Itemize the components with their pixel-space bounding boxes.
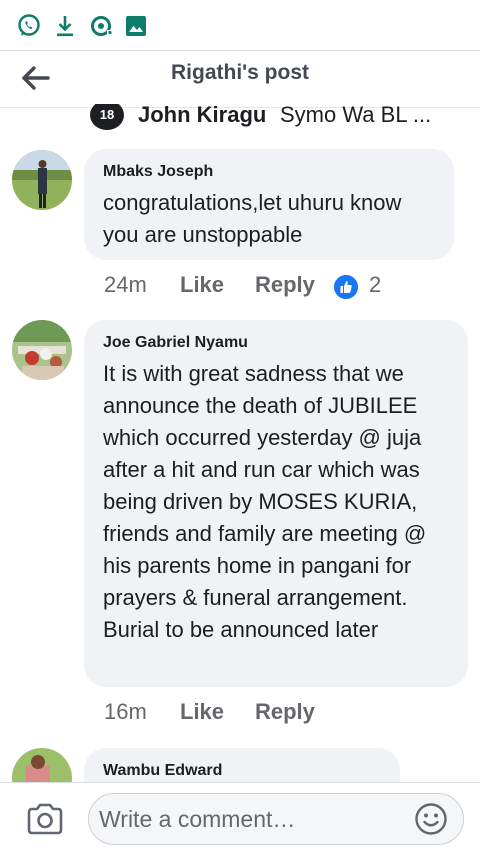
- reply-button[interactable]: Reply: [255, 272, 315, 298]
- like-button[interactable]: Like: [180, 699, 224, 725]
- camera-button[interactable]: [26, 802, 64, 836]
- comment-time: 16m: [104, 699, 147, 724]
- comment-text: It is with great sadness that we announc…: [103, 361, 427, 642]
- sync-icon: [91, 16, 113, 36]
- comment-author[interactable]: Mbaks Joseph: [103, 161, 434, 183]
- image-icon: [126, 16, 146, 36]
- comment-author[interactable]: Joe Gabriel Nyamu: [103, 332, 448, 354]
- like-reaction-icon[interactable]: [334, 275, 358, 299]
- comment-actions: 16m Like Reply: [104, 699, 404, 729]
- comment-bubble: Mbaks Joseph congratulations,let uhuru k…: [84, 149, 454, 260]
- emoji-button[interactable]: [414, 802, 448, 836]
- reply-button[interactable]: Reply: [255, 699, 315, 725]
- avatar[interactable]: [12, 150, 72, 210]
- whatsapp-icon: [18, 14, 40, 36]
- camera-icon: [27, 803, 63, 835]
- page-title: Rigathi's post: [171, 61, 309, 84]
- avatar[interactable]: 18: [90, 104, 124, 130]
- comment-time: 24m: [104, 272, 147, 297]
- like-button[interactable]: Like: [180, 272, 224, 298]
- reaction-count: 2: [369, 272, 382, 297]
- comment-bubble: Joe Gabriel Nyamu It is with great sadne…: [84, 320, 468, 687]
- avatar[interactable]: [12, 320, 72, 380]
- comment-input[interactable]: [88, 793, 464, 845]
- comment-actions: 24m Like Reply 2: [104, 272, 404, 302]
- comment-author[interactable]: John Kiragu: [138, 104, 266, 128]
- download-icon: [57, 16, 73, 37]
- comment-text: Symo Wa BL ...: [280, 104, 432, 127]
- post-header: Rigathi's post: [0, 51, 480, 108]
- comment-composer: [0, 782, 480, 855]
- partial-comment: 18 John Kiragu Symo Wa BL ...: [88, 104, 480, 132]
- smiley-icon: [415, 803, 447, 835]
- comment-author[interactable]: Wambu Edward: [103, 760, 380, 782]
- comment-text: congratulations,let uhuru know you are u…: [103, 190, 402, 247]
- status-bar: [0, 0, 480, 51]
